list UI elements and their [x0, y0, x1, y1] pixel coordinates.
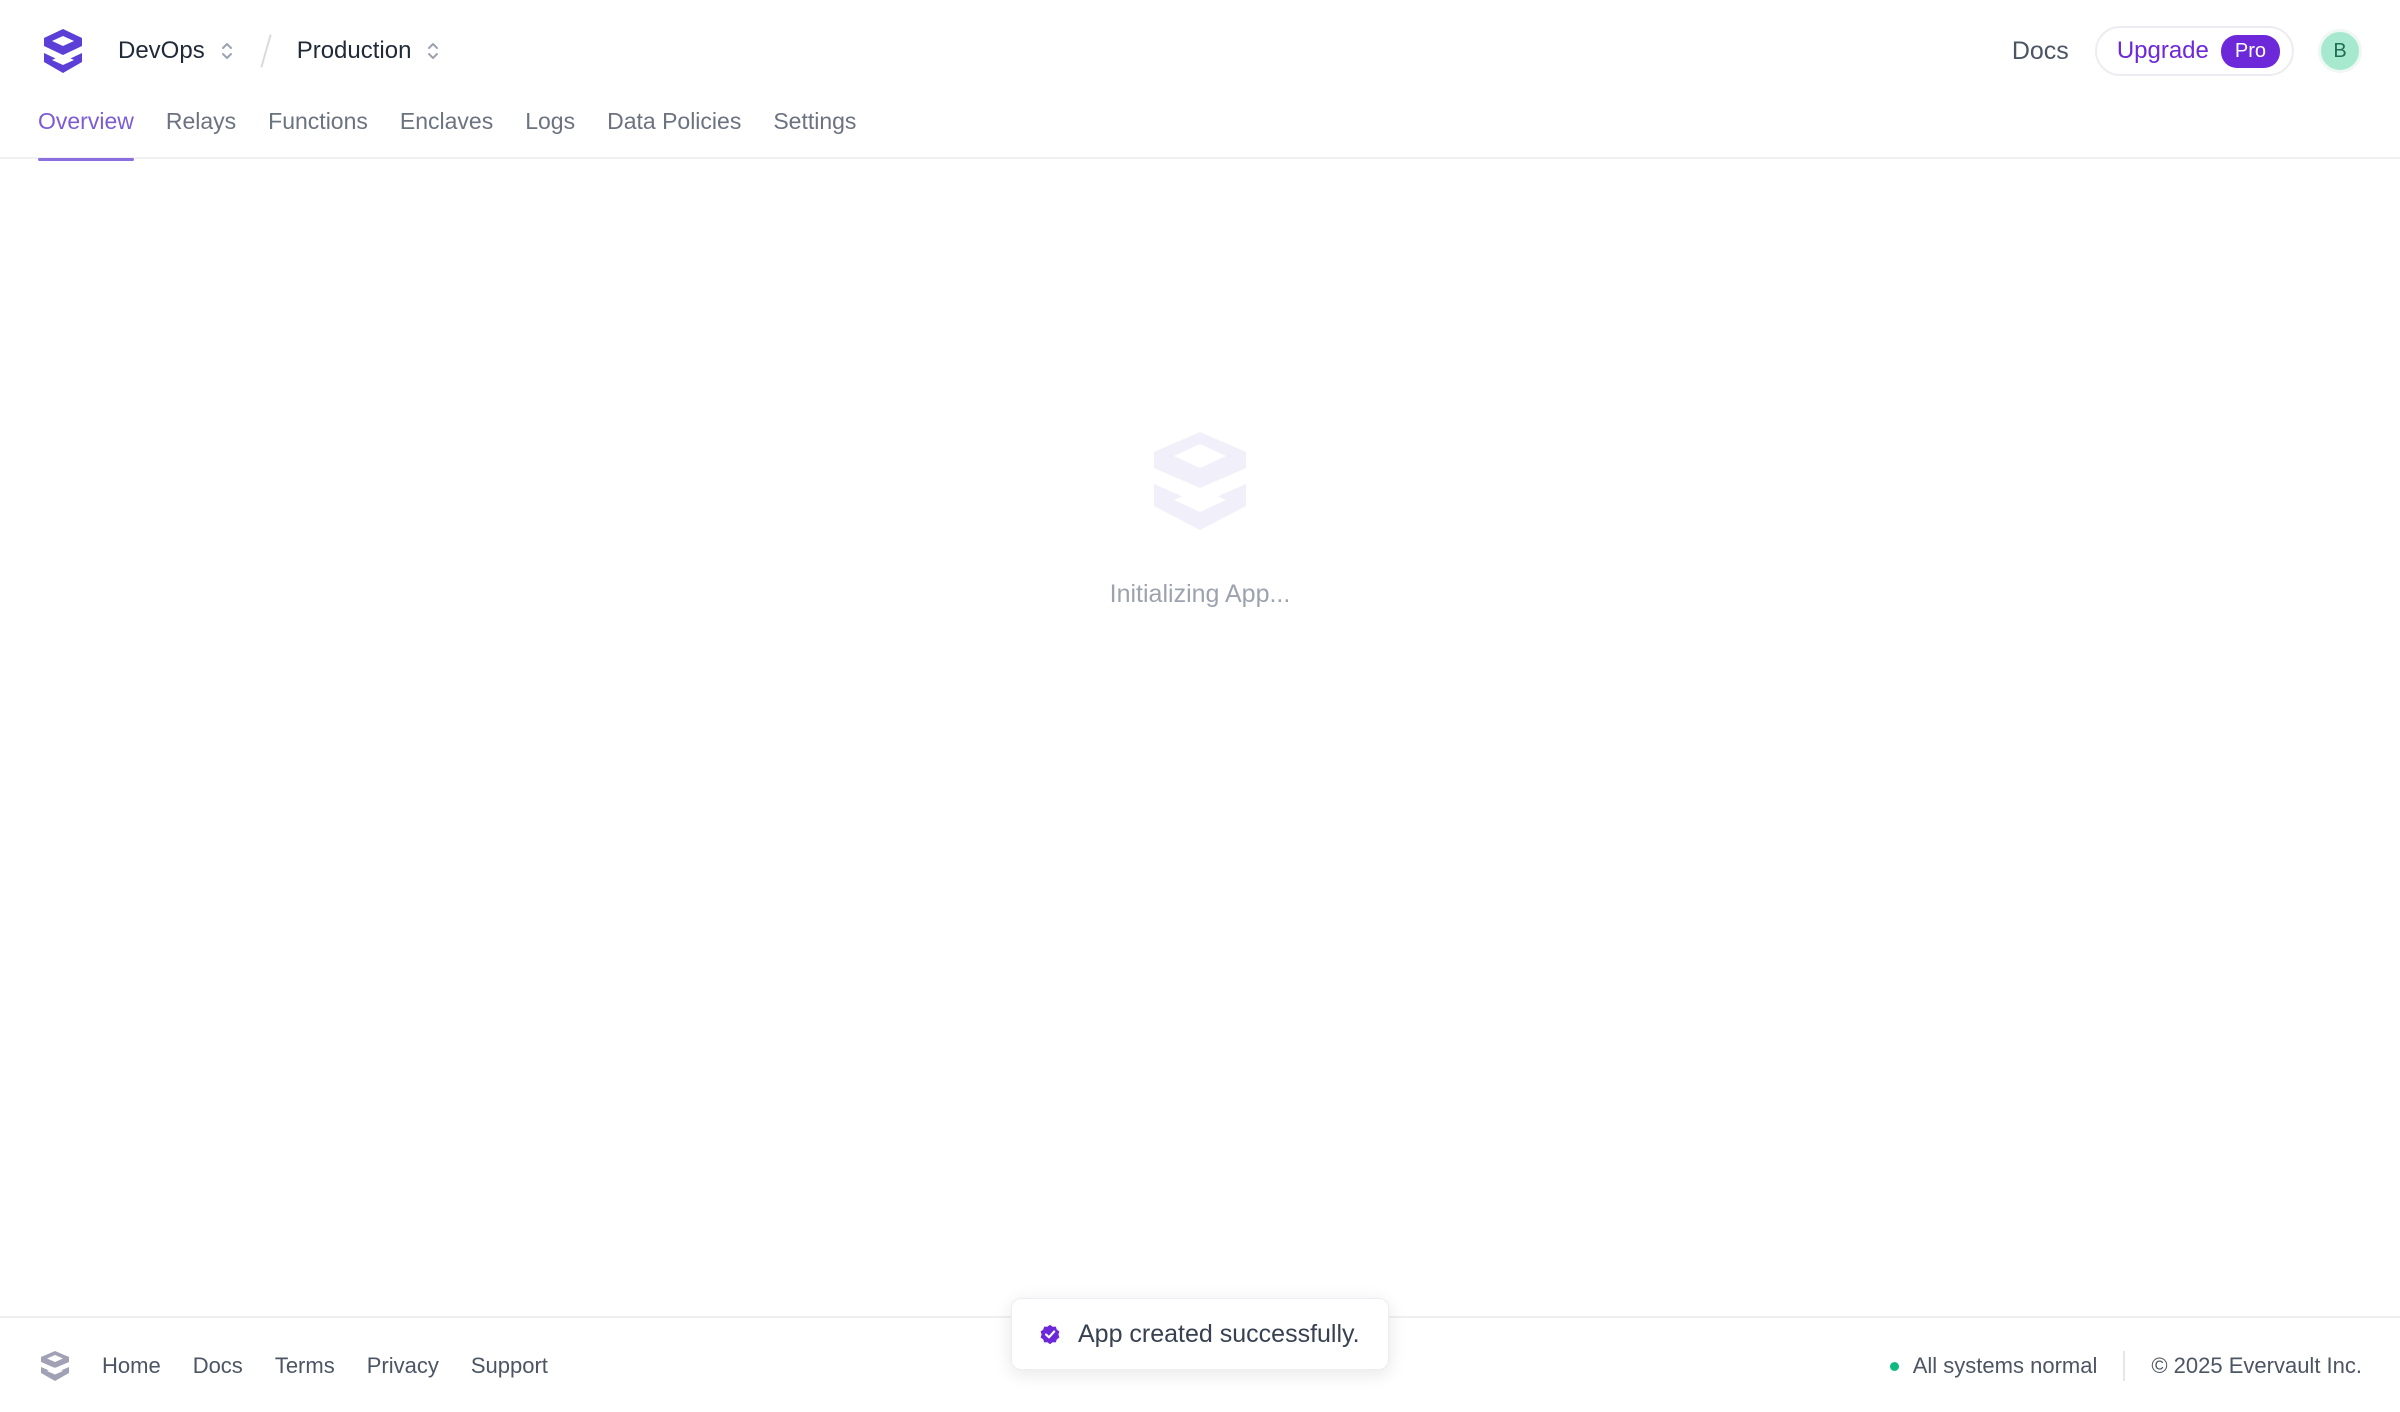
system-status-link[interactable]: All systems normal	[1913, 1353, 2098, 1379]
loading-text: Initializing App...	[1109, 580, 1291, 608]
tab-enclaves[interactable]: Enclaves	[400, 100, 493, 159]
upgrade-label: Upgrade	[2116, 37, 2209, 64]
app-tabs: Overview Relays Functions Enclaves Logs …	[38, 100, 888, 161]
footer-link-support[interactable]: Support	[471, 1353, 548, 1379]
loading-state: Initializing App...	[0, 428, 2400, 609]
tab-settings[interactable]: Settings	[773, 100, 856, 159]
tab-overview[interactable]: Overview	[38, 100, 134, 161]
toast-message: App created successfully.	[1078, 1319, 1360, 1348]
tab-logs[interactable]: Logs	[525, 100, 575, 159]
org-name: DevOps	[118, 37, 205, 64]
status-dot-icon	[1889, 1361, 1899, 1371]
docs-link[interactable]: Docs	[2012, 37, 2069, 66]
app-header: DevOps Production Docs Upgrade Pro B Ove…	[0, 0, 2400, 161]
chevron-up-down-icon	[221, 43, 232, 59]
chevron-up-down-icon	[428, 43, 439, 59]
tab-relays[interactable]: Relays	[166, 100, 236, 159]
user-avatar[interactable]: B	[2318, 29, 2362, 73]
footer-logo-icon[interactable]	[38, 1349, 72, 1383]
footer-link-privacy[interactable]: Privacy	[367, 1353, 439, 1379]
footer-link-terms[interactable]: Terms	[275, 1353, 335, 1379]
copyright: © 2025 Evervault Inc.	[2151, 1353, 2362, 1378]
app-name: Production	[296, 37, 412, 64]
upgrade-button[interactable]: Upgrade Pro	[2094, 26, 2294, 76]
org-switcher[interactable]: DevOps	[118, 37, 235, 65]
breadcrumb-separator	[260, 34, 272, 68]
tab-data-policies[interactable]: Data Policies	[607, 100, 741, 159]
check-badge-icon	[1040, 1324, 1060, 1345]
loading-logo-icon	[1154, 432, 1246, 530]
footer-divider	[2123, 1351, 2126, 1381]
footer-link-home[interactable]: Home	[102, 1353, 161, 1379]
evervault-logo-icon[interactable]	[38, 26, 88, 76]
app-switcher[interactable]: Production	[297, 37, 442, 65]
tab-functions[interactable]: Functions	[268, 100, 368, 159]
success-toast[interactable]: App created successfully.	[1011, 1298, 1389, 1370]
top-bar: DevOps Production Docs Upgrade Pro B	[38, 24, 2362, 78]
footer-link-docs[interactable]: Docs	[193, 1353, 243, 1379]
pro-badge: Pro	[2220, 34, 2280, 68]
